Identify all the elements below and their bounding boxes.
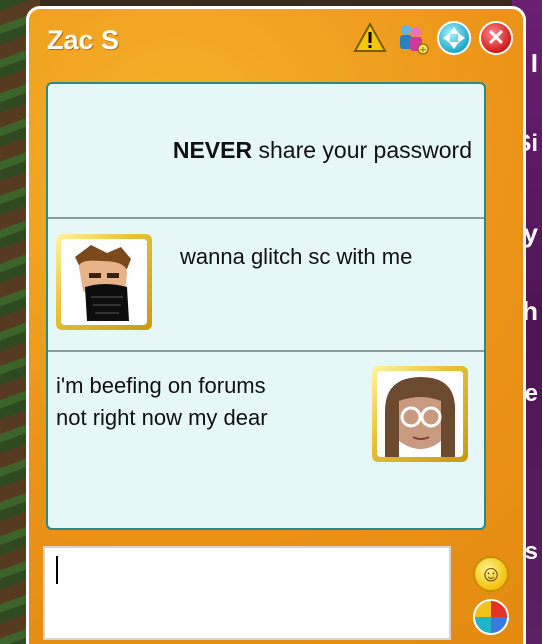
add-friend-icon[interactable]: + — [395, 21, 429, 55]
title-bar-icons: + ✕ — [353, 21, 513, 55]
emoji-icon[interactable]: ☺ — [473, 556, 509, 592]
warning-icon[interactable] — [353, 21, 387, 55]
self-avatar-icon — [377, 371, 463, 457]
color-picker-icon[interactable] — [473, 599, 509, 635]
avatar[interactable] — [372, 366, 468, 462]
warning-text: share your password — [252, 137, 472, 163]
message-row: i'm beefing on forums not right now my d… — [48, 352, 484, 528]
avatar[interactable] — [56, 234, 152, 330]
warning-emphasis: NEVER — [172, 137, 253, 163]
background-text: I — [530, 48, 538, 78]
close-icon[interactable]: ✕ — [479, 21, 513, 55]
chat-input[interactable] — [43, 546, 451, 640]
sender-avatar-icon — [61, 239, 147, 325]
message-text: i'm beefing on forums not right now my d… — [56, 370, 268, 434]
chat-title: Zac S — [47, 25, 120, 55]
message-row: wanna glitch sc with me — [48, 219, 484, 352]
message-text: wanna glitch sc with me — [180, 244, 413, 269]
text-caret — [56, 556, 58, 584]
svg-text:+: + — [419, 46, 427, 56]
message-line: i'm beefing on forums — [56, 373, 266, 398]
chat-window: Zac S + ✕ NEVER share your password wann… — [26, 6, 526, 644]
message-line: not right now my dear — [56, 405, 268, 430]
password-warning: NEVER share your password — [48, 84, 484, 219]
expand-icon[interactable] — [437, 21, 471, 55]
message-list: NEVER share your password wanna glitch s… — [46, 82, 486, 530]
